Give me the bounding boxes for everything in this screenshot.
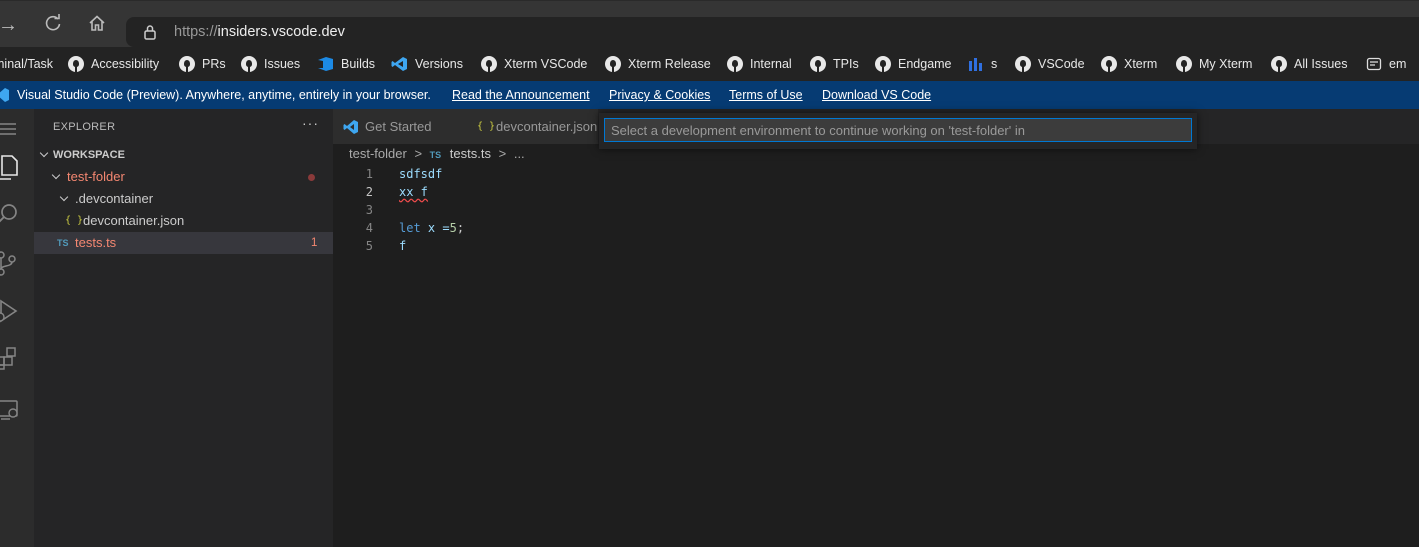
bookmark-item[interactable]: VSCode xyxy=(1015,56,1085,72)
forward-icon[interactable]: → xyxy=(0,13,20,37)
bookmark-item[interactable]: Internal xyxy=(727,56,792,72)
privacy-link[interactable]: Privacy & Cookies xyxy=(609,88,710,102)
extensions-icon[interactable] xyxy=(0,343,22,375)
github-icon xyxy=(1271,56,1287,72)
bookmark-item[interactable]: PRs xyxy=(179,56,226,72)
vscode-icon xyxy=(0,88,9,102)
browser-toolbar: → https://insiders.vscode.dev xyxy=(0,0,1419,47)
bookmark-item[interactable]: Issues xyxy=(241,56,300,72)
tree-item-ts[interactable]: TS tests.ts 1 xyxy=(34,232,333,254)
error-dot-icon xyxy=(308,174,315,181)
search-icon[interactable] xyxy=(0,199,22,231)
bookmark-item[interactable]: Xterm xyxy=(1101,56,1157,72)
github-icon xyxy=(605,56,621,72)
remote-explorer-icon[interactable] xyxy=(0,393,22,425)
home-icon[interactable] xyxy=(85,13,109,37)
announcement-banner: Visual Studio Code (Preview). Anywhere, … xyxy=(0,81,1419,109)
address-bar[interactable]: https://insiders.vscode.dev xyxy=(126,17,1419,47)
breadcrumb-file[interactable]: tests.ts xyxy=(450,146,491,161)
tree-item-subfolder[interactable]: .devcontainer xyxy=(34,188,333,210)
bookmark-item[interactable]: Endgame xyxy=(875,56,952,72)
tree-item-folder[interactable]: test-folder xyxy=(34,166,333,188)
chevron-down-icon xyxy=(51,170,61,180)
json-icon: { } xyxy=(477,121,496,132)
activity-bar xyxy=(0,109,34,547)
github-icon xyxy=(875,56,891,72)
code-line: 1 sdfsdf xyxy=(365,167,443,181)
source-control-icon[interactable] xyxy=(0,247,22,279)
bookmark-item[interactable]: Xterm Release xyxy=(605,56,711,72)
bookmark-item[interactable]: All Issues xyxy=(1271,56,1348,72)
explorer-sidebar: EXPLORER ··· WORKSPACE test-folder .devc… xyxy=(34,109,333,547)
github-icon xyxy=(179,56,195,72)
github-icon xyxy=(68,56,84,72)
code-line: 5 f xyxy=(365,239,407,253)
bookmark-item[interactable]: Xterm VSCode xyxy=(481,56,587,72)
typescript-icon: TS xyxy=(429,150,442,160)
code-line: 2 xx f xyxy=(365,185,428,199)
quick-pick xyxy=(599,113,1197,149)
tab-devcontainer[interactable]: { } devcontainer.json xyxy=(463,109,598,144)
breadcrumb-folder[interactable]: test-folder xyxy=(349,146,407,161)
json-icon: { } xyxy=(65,215,84,226)
code-line: 4 let x =5; xyxy=(365,221,465,235)
tab-get-started[interactable]: Get Started xyxy=(333,109,463,144)
bookmarks-bar: minal/Task Accessibility PRs Issues Buil… xyxy=(0,47,1419,81)
vscode-icon xyxy=(391,57,407,71)
note-icon xyxy=(1366,57,1382,71)
code-line: 3 xyxy=(365,203,373,217)
explorer-icon[interactable] xyxy=(0,151,22,183)
bookmark-item[interactable]: s xyxy=(968,56,997,72)
bookmark-item[interactable]: Builds xyxy=(317,56,375,72)
bookmark-item[interactable]: em xyxy=(1366,56,1406,72)
error-count-badge: 1 xyxy=(311,237,318,249)
bookmark-item[interactable]: TPIs xyxy=(810,56,859,72)
chevron-down-icon xyxy=(39,148,49,158)
url-text: https://insiders.vscode.dev xyxy=(174,24,345,40)
tree-item-json[interactable]: { } devcontainer.json xyxy=(34,210,333,232)
bookmark-item[interactable]: Versions xyxy=(391,56,463,72)
bookmark-item[interactable]: My Xterm xyxy=(1176,56,1252,72)
run-debug-icon[interactable] xyxy=(0,295,22,327)
workspace-header[interactable]: WORKSPACE xyxy=(34,144,333,166)
github-icon xyxy=(810,56,826,72)
github-icon xyxy=(481,56,497,72)
chart-icon xyxy=(969,58,982,71)
azure-devops-icon xyxy=(318,57,333,71)
github-icon xyxy=(727,56,743,72)
github-icon xyxy=(1101,56,1117,72)
github-icon xyxy=(1015,56,1031,72)
typescript-icon: TS xyxy=(57,238,69,248)
breadcrumb: test-folder > TS tests.ts > ... xyxy=(349,146,525,161)
menu-icon[interactable] xyxy=(0,113,22,145)
reload-icon[interactable] xyxy=(41,13,65,37)
terms-link[interactable]: Terms of Use xyxy=(729,88,803,102)
lock-icon xyxy=(144,25,156,40)
announcement-link[interactable]: Read the Announcement xyxy=(452,88,590,102)
chevron-down-icon xyxy=(59,192,69,202)
bookmark-item[interactable]: minal/Task xyxy=(0,56,53,72)
download-link[interactable]: Download VS Code xyxy=(822,88,931,102)
bookmark-item[interactable]: Accessibility xyxy=(68,56,159,72)
sidebar-title: EXPLORER xyxy=(53,121,116,133)
vscode-icon xyxy=(343,120,358,134)
more-actions-icon[interactable]: ··· xyxy=(302,115,319,131)
banner-text: Visual Studio Code (Preview). Anywhere, … xyxy=(17,88,431,102)
github-icon xyxy=(241,56,257,72)
quick-pick-input[interactable] xyxy=(604,118,1192,142)
github-icon xyxy=(1176,56,1192,72)
